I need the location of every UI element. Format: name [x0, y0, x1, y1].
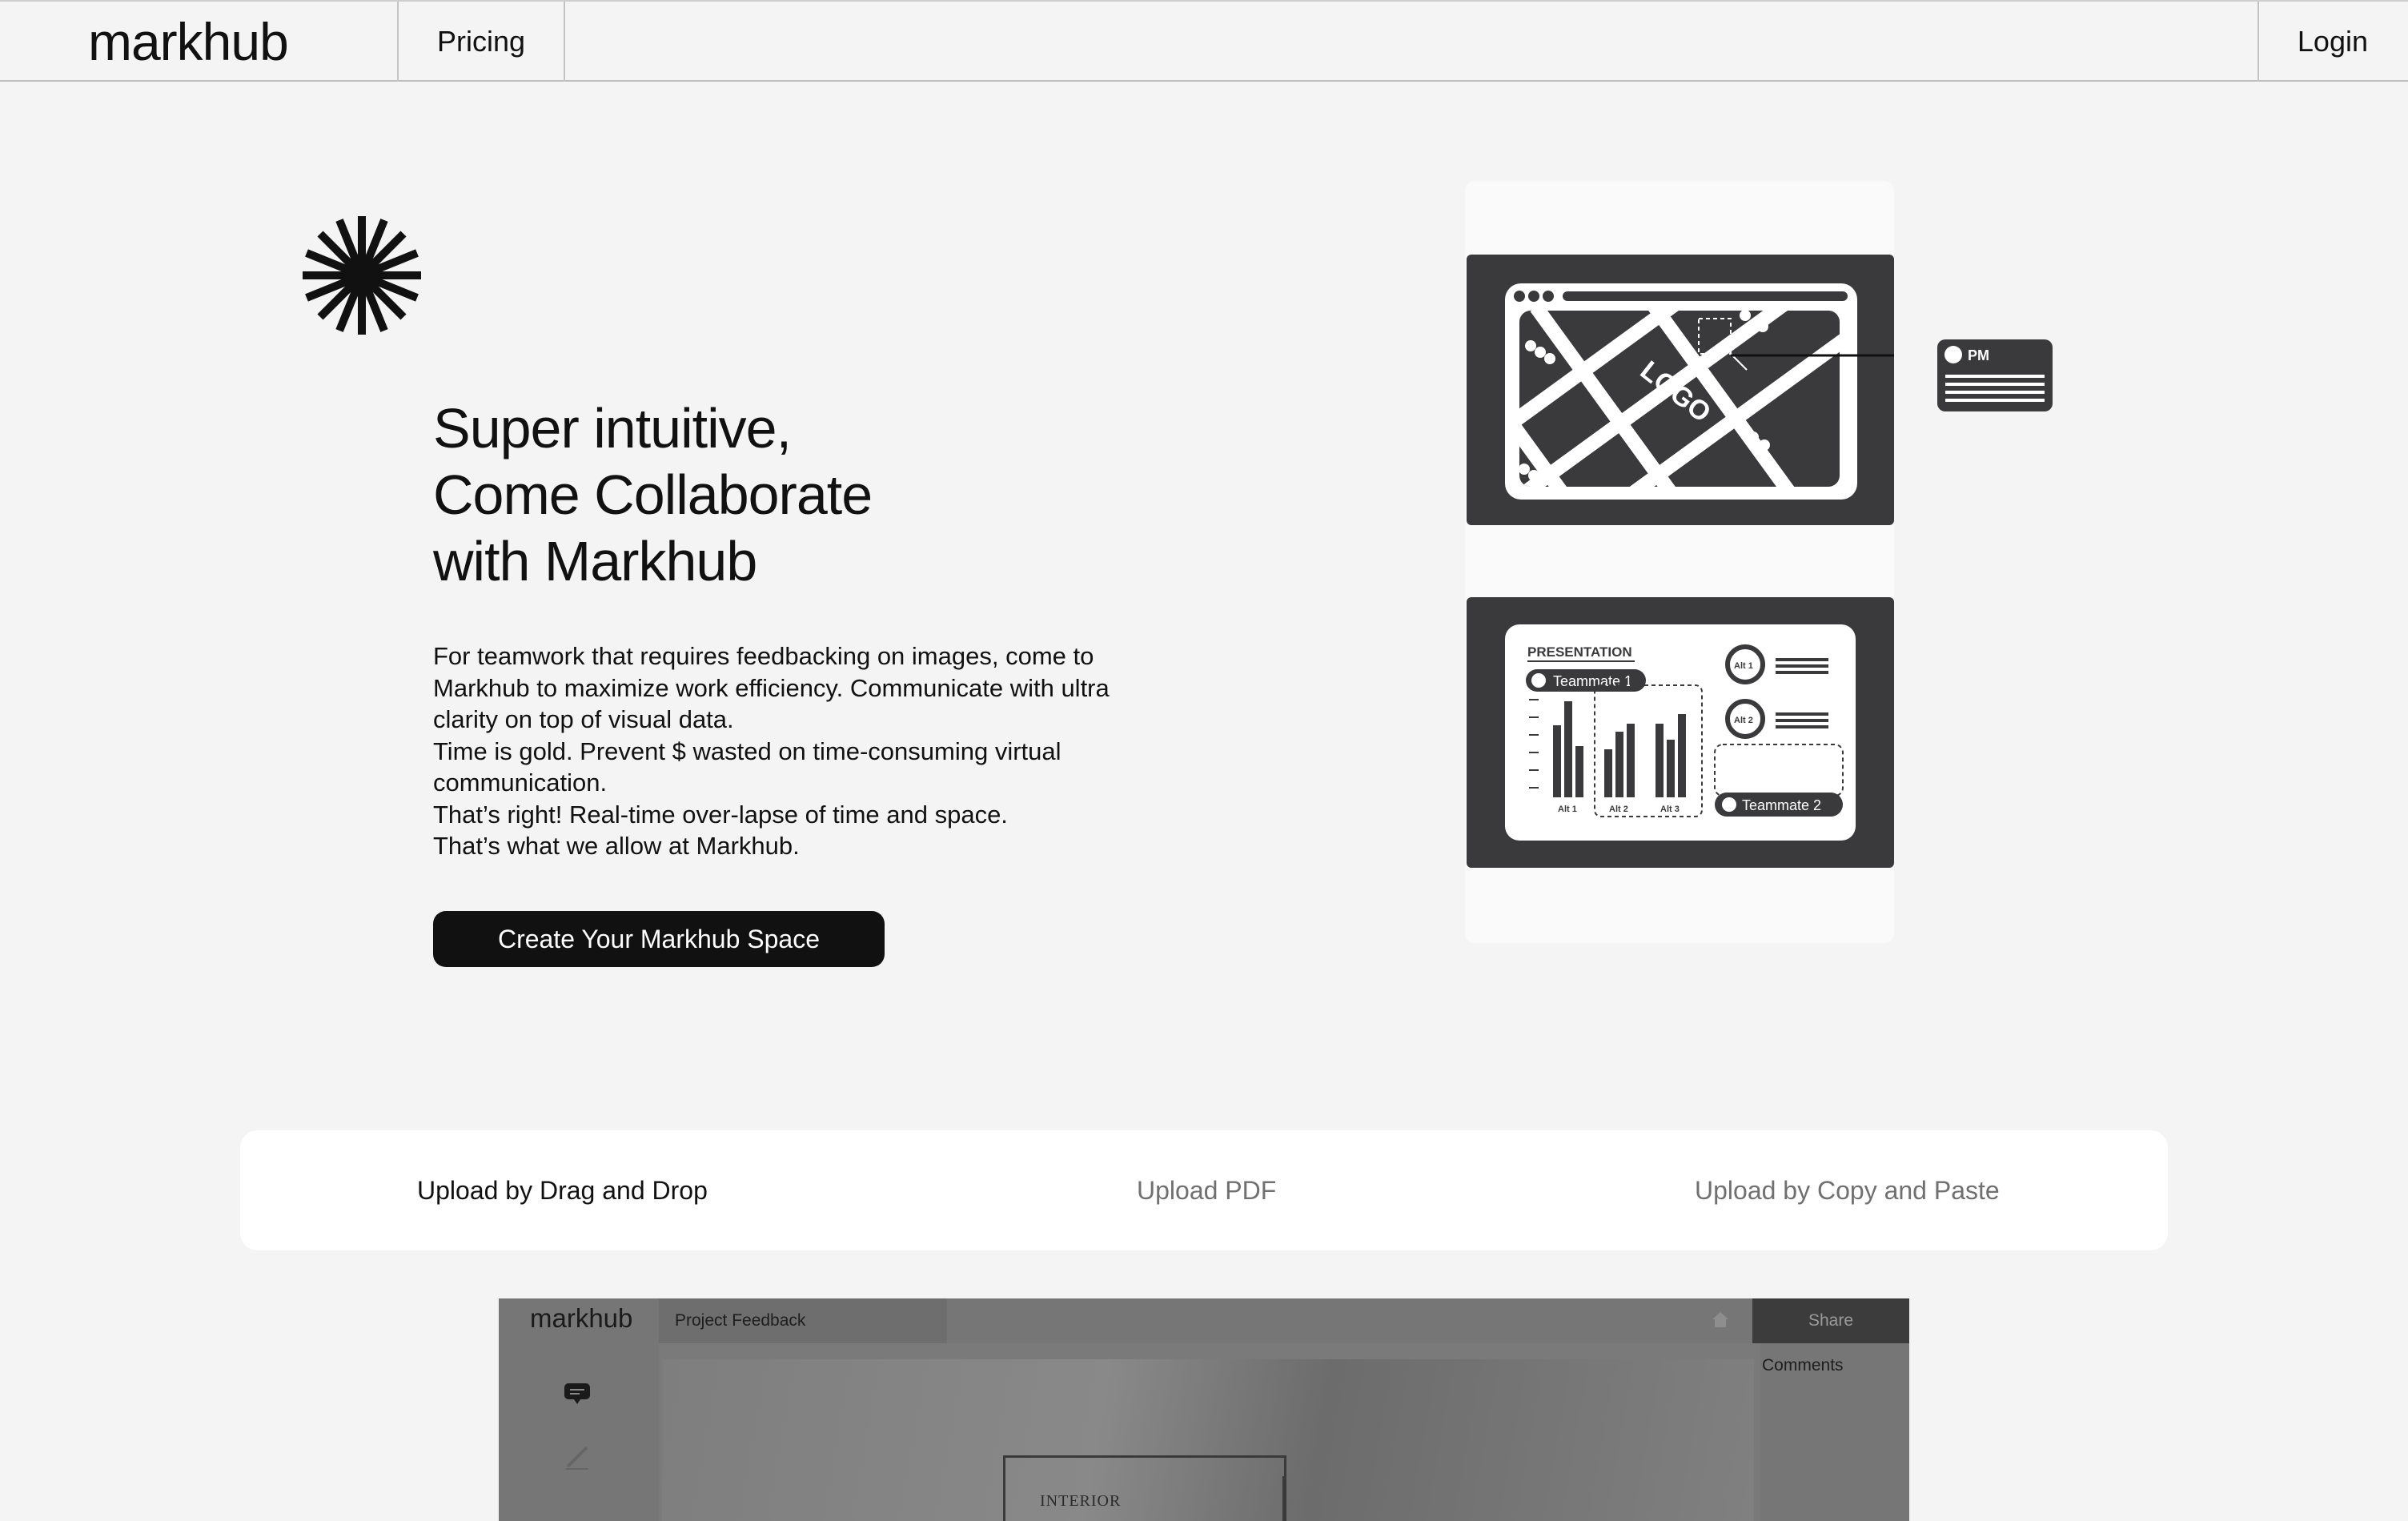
home-icon: [1712, 1312, 1728, 1327]
hero-description-line: Time is gold. Prevent $ wasted on time-c…: [433, 736, 1062, 765]
svg-text:Alt 1: Alt 1: [1734, 661, 1753, 671]
pm-label: PM: [1968, 347, 1989, 363]
hero-description-line: That’s right! Real-time over-lapse of ti…: [433, 800, 1008, 829]
top-nav: markhub Pricing Login: [0, 0, 2408, 82]
nav-divider: [397, 2, 399, 82]
nav-divider: [564, 2, 565, 82]
feedback-illustration-card: LOGO: [1467, 255, 1894, 525]
demo-sidebar: [499, 1343, 659, 1521]
presentation-illustration-card: PRESENTATION Teammate 1 Alt 1 Alt 2 Alt …: [1467, 597, 1894, 868]
brand-logo[interactable]: markhub: [88, 2, 289, 82]
demo-image-frame: [1003, 1455, 1286, 1521]
demo-comments-title: Comments: [1762, 1356, 1844, 1375]
hero-description-line: communication.: [433, 769, 608, 797]
nav-pricing-link[interactable]: Pricing: [437, 2, 525, 82]
presentation-title: PRESENTATION: [1527, 644, 1632, 660]
hero-description-line: Markhub to maximize work efficiency. Com…: [433, 673, 1110, 702]
comment-tool-icon: [564, 1383, 590, 1404]
hero-title: Super intuitive, Come Collaborate with M…: [433, 395, 873, 595]
presentation-mockup-illustration: PRESENTATION Teammate 1 Alt 1 Alt 2 Alt …: [1505, 624, 1856, 841]
create-space-button[interactable]: Create Your Markhub Space: [433, 911, 885, 967]
alt1-label: Alt 1: [1558, 805, 1577, 814]
demo-share-button: Share: [1752, 1298, 1909, 1343]
asterisk-icon: [303, 216, 421, 335]
teammate2-label: Teammate 2: [1742, 797, 1821, 813]
pm-comment-bubble: PM: [1937, 339, 2053, 411]
demo-canvas-text: INTERIOR: [1040, 1492, 1122, 1510]
hero-description-line: That’s what we allow at Markhub.: [433, 832, 800, 860]
pm-bubble-graphic: PM: [1944, 346, 2045, 402]
tab-upload-drag-drop[interactable]: Upload by Drag and Drop: [417, 1130, 708, 1250]
alt2-label: Alt 2: [1609, 805, 1628, 814]
hero-title-line: with Markhub: [433, 530, 757, 592]
browser-mockup-illustration: LOGO: [1505, 283, 1894, 500]
demo-project-title: Project Feedback: [659, 1298, 947, 1343]
teammate1-label: Teammate 1: [1553, 673, 1632, 689]
hero-title-line: Come Collaborate: [433, 464, 873, 526]
pen-tool-icon: [566, 1446, 588, 1470]
demo-logo: markhub: [530, 1303, 633, 1333]
alt3-label: Alt 3: [1660, 805, 1680, 814]
hero-title-line: Super intuitive,: [433, 397, 792, 460]
demo-image-frame-edge: [1282, 1476, 1284, 1521]
hero-description-line: clarity on top of visual data.: [433, 705, 734, 733]
nav-login-link[interactable]: Login: [2298, 2, 2368, 82]
hero-description-line: For teamwork that requires feedbacking o…: [433, 642, 1094, 670]
tab-upload-copy-paste[interactable]: Upload by Copy and Paste: [1695, 1130, 2000, 1250]
tab-upload-pdf[interactable]: Upload PDF: [1137, 1130, 1276, 1250]
upload-tabs: Upload by Drag and Drop Upload PDF Uploa…: [240, 1130, 2168, 1250]
svg-text:Alt 2: Alt 2: [1734, 716, 1753, 725]
hero-description: For teamwork that requires feedbacking o…: [433, 640, 1178, 862]
app-demo-preview: markhub Project Feedback Share INTERIOR …: [499, 1298, 1909, 1521]
nav-divider: [2258, 2, 2259, 82]
